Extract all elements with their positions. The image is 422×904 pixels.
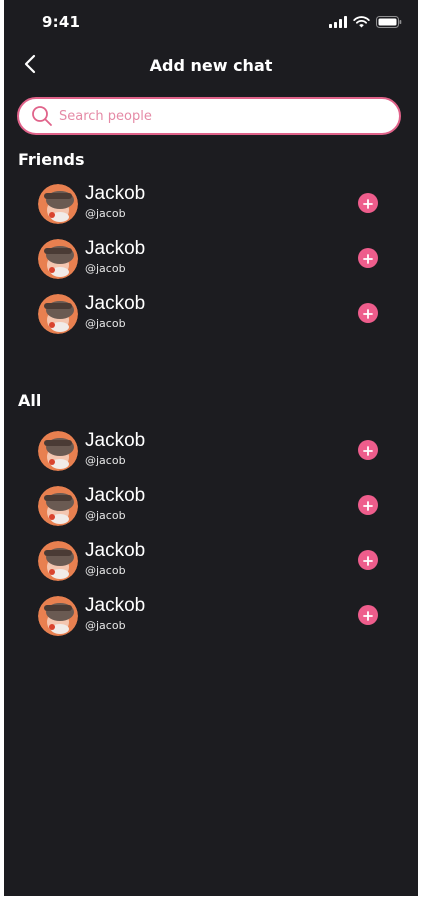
plus-icon (363, 249, 373, 268)
add-contact-button[interactable] (358, 193, 378, 213)
wifi-icon (353, 13, 370, 32)
contact-handle: @jacob (85, 207, 126, 220)
contact-handle: @jacob (85, 509, 126, 522)
contact-name: Jackob (85, 183, 146, 204)
section-title-all: All (18, 391, 42, 410)
header: Add new chat (4, 48, 418, 84)
add-contact-button[interactable] (358, 550, 378, 570)
plus-icon (363, 304, 373, 323)
contact-row[interactable]: Jackob @jacob (38, 237, 384, 281)
contact-row[interactable]: Jackob @jacob (38, 182, 384, 226)
contact-handle: @jacob (85, 619, 126, 632)
plus-icon (363, 551, 373, 570)
plus-icon (363, 194, 373, 213)
add-contact-button[interactable] (358, 248, 378, 268)
search-input[interactable] (57, 107, 361, 125)
avatar (38, 541, 78, 581)
contact-row[interactable]: Jackob @jacob (38, 484, 384, 528)
contact-handle: @jacob (85, 317, 126, 330)
search-icon (31, 105, 53, 127)
search-box[interactable] (17, 97, 401, 135)
avatar (38, 239, 78, 279)
add-contact-button[interactable] (358, 440, 378, 460)
contact-handle: @jacob (85, 262, 126, 275)
contact-handle: @jacob (85, 454, 126, 467)
contact-name: Jackob (85, 430, 146, 451)
contact-name: Jackob (85, 540, 146, 561)
page-title: Add new chat (149, 56, 273, 75)
add-contact-button[interactable] (358, 605, 378, 625)
status-icons (329, 15, 402, 29)
contact-name: Jackob (85, 595, 146, 616)
status-time: 9:41 (42, 13, 81, 31)
status-bar: 9:41 (4, 0, 418, 44)
battery-icon (376, 13, 402, 32)
add-contact-button[interactable] (358, 303, 378, 323)
plus-icon (363, 496, 373, 515)
contact-name: Jackob (85, 238, 146, 259)
avatar (38, 294, 78, 334)
add-contact-button[interactable] (358, 495, 378, 515)
plus-icon (363, 441, 373, 460)
section-title-friends: Friends (18, 150, 85, 169)
plus-icon (363, 606, 373, 625)
contact-name: Jackob (85, 293, 146, 314)
avatar (38, 486, 78, 526)
app-screen: 9:41 Add new chat Search people Friends … (4, 0, 418, 896)
avatar (38, 184, 78, 224)
contact-row[interactable]: Jackob @jacob (38, 539, 384, 583)
contact-handle: @jacob (85, 564, 126, 577)
avatar (38, 431, 78, 471)
contact-row[interactable]: Jackob @jacob (38, 292, 384, 336)
contact-row[interactable]: Jackob @jacob (38, 594, 384, 638)
signal-icon (329, 13, 347, 32)
contact-name: Jackob (85, 485, 146, 506)
avatar (38, 596, 78, 636)
contact-row[interactable]: Jackob @jacob (38, 429, 384, 473)
